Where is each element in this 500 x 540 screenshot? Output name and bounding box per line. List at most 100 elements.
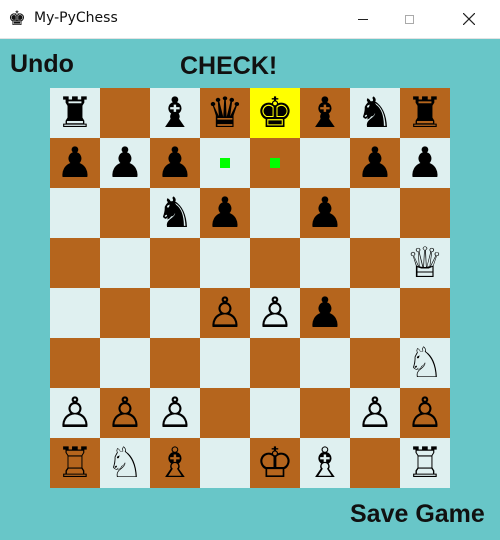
square-a7[interactable]: ♟ xyxy=(50,138,100,188)
white-knight-icon[interactable]: ♘ xyxy=(106,438,144,488)
square-a1[interactable]: ♖ xyxy=(50,438,100,488)
black-queen-icon[interactable]: ♛ xyxy=(206,88,244,138)
black-pawn-icon[interactable]: ♟ xyxy=(156,138,194,188)
square-a5[interactable] xyxy=(50,238,100,288)
square-g1[interactable] xyxy=(350,438,400,488)
square-b2[interactable]: ♙ xyxy=(100,388,150,438)
black-rook-icon[interactable]: ♜ xyxy=(406,88,444,138)
square-c4[interactable] xyxy=(150,288,200,338)
square-c2[interactable]: ♙ xyxy=(150,388,200,438)
square-g7[interactable]: ♟ xyxy=(350,138,400,188)
square-b4[interactable] xyxy=(100,288,150,338)
square-e6[interactable] xyxy=(250,188,300,238)
square-d8[interactable]: ♛ xyxy=(200,88,250,138)
square-h4[interactable] xyxy=(400,288,450,338)
black-pawn-icon[interactable]: ♟ xyxy=(356,138,394,188)
square-e3[interactable] xyxy=(250,338,300,388)
square-f2[interactable] xyxy=(300,388,350,438)
white-queen-icon[interactable]: ♕ xyxy=(406,238,444,288)
white-pawn-icon[interactable]: ♙ xyxy=(106,388,144,438)
black-pawn-icon[interactable]: ♟ xyxy=(306,188,344,238)
black-knight-icon[interactable]: ♞ xyxy=(156,188,194,238)
black-knight-icon[interactable]: ♞ xyxy=(356,88,394,138)
square-f1[interactable]: ♗ xyxy=(300,438,350,488)
square-b7[interactable]: ♟ xyxy=(100,138,150,188)
square-h1[interactable]: ♖ xyxy=(400,438,450,488)
square-h5[interactable]: ♕ xyxy=(400,238,450,288)
square-b5[interactable] xyxy=(100,238,150,288)
square-c3[interactable] xyxy=(150,338,200,388)
square-a4[interactable] xyxy=(50,288,100,338)
square-d2[interactable] xyxy=(200,388,250,438)
square-f7[interactable] xyxy=(300,138,350,188)
square-d3[interactable] xyxy=(200,338,250,388)
square-d7[interactable] xyxy=(200,138,250,188)
square-h2[interactable]: ♙ xyxy=(400,388,450,438)
square-e4[interactable]: ♙ xyxy=(250,288,300,338)
white-pawn-icon[interactable]: ♙ xyxy=(206,288,244,338)
black-rook-icon[interactable]: ♜ xyxy=(56,88,94,138)
white-knight-icon[interactable]: ♘ xyxy=(406,338,444,388)
save-game-button[interactable]: Save Game xyxy=(350,500,485,529)
square-a2[interactable]: ♙ xyxy=(50,388,100,438)
square-g3[interactable] xyxy=(350,338,400,388)
square-a3[interactable] xyxy=(50,338,100,388)
white-rook-icon[interactable]: ♖ xyxy=(406,438,444,488)
black-pawn-icon[interactable]: ♟ xyxy=(56,138,94,188)
maximize-button[interactable] xyxy=(386,0,432,38)
square-f3[interactable] xyxy=(300,338,350,388)
square-h3[interactable]: ♘ xyxy=(400,338,450,388)
square-e1[interactable]: ♔ xyxy=(250,438,300,488)
square-c6[interactable]: ♞ xyxy=(150,188,200,238)
white-king-icon[interactable]: ♔ xyxy=(256,438,294,488)
black-bishop-icon[interactable]: ♝ xyxy=(156,88,194,138)
square-b8[interactable] xyxy=(100,88,150,138)
square-c1[interactable]: ♗ xyxy=(150,438,200,488)
black-pawn-icon[interactable]: ♟ xyxy=(306,288,344,338)
square-a6[interactable] xyxy=(50,188,100,238)
undo-button[interactable]: Undo xyxy=(10,50,74,79)
square-c8[interactable]: ♝ xyxy=(150,88,200,138)
white-pawn-icon[interactable]: ♙ xyxy=(356,388,394,438)
square-e2[interactable] xyxy=(250,388,300,438)
black-king-icon[interactable]: ♚ xyxy=(256,88,294,138)
square-f5[interactable] xyxy=(300,238,350,288)
move-hint-marker[interactable] xyxy=(270,158,280,168)
square-f6[interactable]: ♟ xyxy=(300,188,350,238)
square-h6[interactable] xyxy=(400,188,450,238)
square-g2[interactable]: ♙ xyxy=(350,388,400,438)
square-d4[interactable]: ♙ xyxy=(200,288,250,338)
square-d6[interactable]: ♟ xyxy=(200,188,250,238)
square-e5[interactable] xyxy=(250,238,300,288)
black-bishop-icon[interactable]: ♝ xyxy=(306,88,344,138)
square-e8[interactable]: ♚ xyxy=(250,88,300,138)
white-bishop-icon[interactable]: ♗ xyxy=(156,438,194,488)
square-b3[interactable] xyxy=(100,338,150,388)
white-pawn-icon[interactable]: ♙ xyxy=(256,288,294,338)
square-b1[interactable]: ♘ xyxy=(100,438,150,488)
white-pawn-icon[interactable]: ♙ xyxy=(56,388,94,438)
black-pawn-icon[interactable]: ♟ xyxy=(106,138,144,188)
square-g6[interactable] xyxy=(350,188,400,238)
move-hint-marker[interactable] xyxy=(220,158,230,168)
white-rook-icon[interactable]: ♖ xyxy=(56,438,94,488)
square-c7[interactable]: ♟ xyxy=(150,138,200,188)
square-h8[interactable]: ♜ xyxy=(400,88,450,138)
white-pawn-icon[interactable]: ♙ xyxy=(406,388,444,438)
square-d1[interactable] xyxy=(200,438,250,488)
white-bishop-icon[interactable]: ♗ xyxy=(306,438,344,488)
square-g4[interactable] xyxy=(350,288,400,338)
square-f4[interactable]: ♟ xyxy=(300,288,350,338)
black-pawn-icon[interactable]: ♟ xyxy=(206,188,244,238)
square-g5[interactable] xyxy=(350,238,400,288)
black-pawn-icon[interactable]: ♟ xyxy=(406,138,444,188)
square-f8[interactable]: ♝ xyxy=(300,88,350,138)
minimize-button[interactable] xyxy=(340,0,386,38)
square-c5[interactable] xyxy=(150,238,200,288)
square-a8[interactable]: ♜ xyxy=(50,88,100,138)
close-button[interactable] xyxy=(446,0,492,38)
white-pawn-icon[interactable]: ♙ xyxy=(156,388,194,438)
square-e7[interactable] xyxy=(250,138,300,188)
square-d5[interactable] xyxy=(200,238,250,288)
square-b6[interactable] xyxy=(100,188,150,238)
